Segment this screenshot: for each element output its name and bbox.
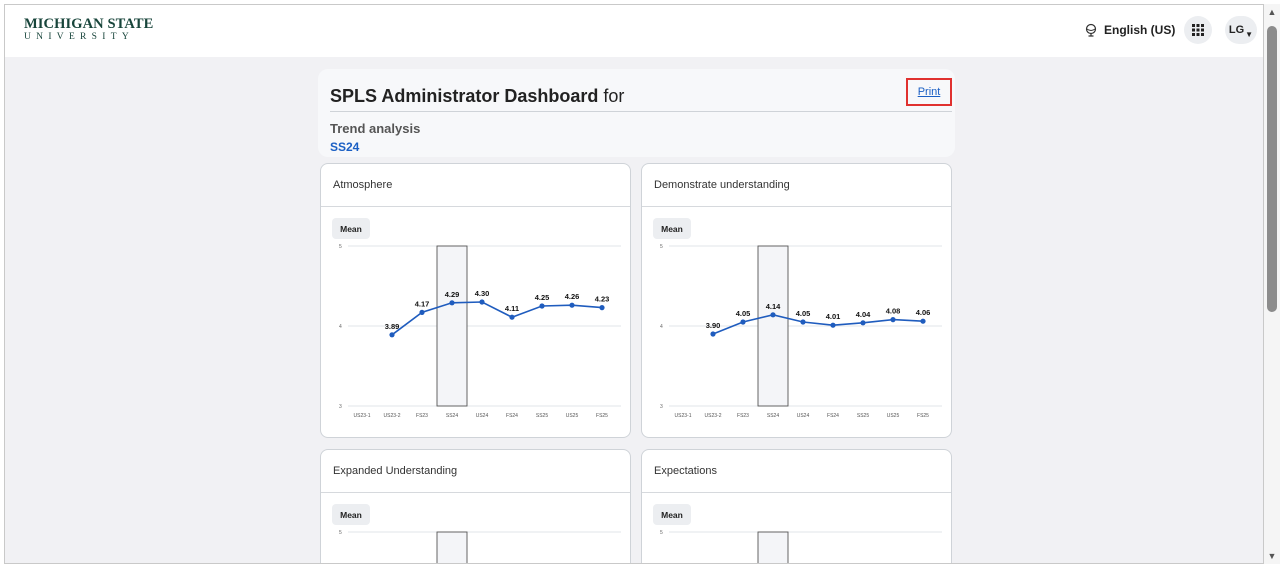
globe-icon	[1085, 23, 1097, 37]
data-label: 4.06	[916, 308, 931, 317]
logo-line-1: MICHIGAN STATE	[24, 16, 154, 32]
caret-down-icon: ▼	[1245, 29, 1254, 39]
data-label: 4.05	[796, 309, 811, 318]
data-point	[449, 300, 455, 306]
data-point	[479, 299, 485, 305]
data-point	[509, 314, 515, 320]
data-point	[599, 305, 605, 311]
x-tick-label: FS25	[917, 413, 929, 419]
scroll-up-arrow-icon[interactable]: ▲	[1264, 4, 1280, 20]
data-label: 4.01	[826, 312, 841, 321]
line-chart: 5	[660, 530, 942, 563]
data-label: 4.30	[475, 289, 490, 298]
grid-icon	[1192, 24, 1204, 36]
x-tick-label: US25	[887, 413, 900, 419]
data-label: 4.14	[766, 302, 781, 311]
x-tick-label: US25	[566, 413, 579, 419]
data-point	[419, 309, 425, 315]
data-point	[710, 331, 716, 337]
x-tick-label: US23-2	[705, 413, 722, 419]
highlight-band	[757, 531, 789, 563]
browser-viewport: MICHIGAN STATE UNIVERSITY English (US) L…	[4, 4, 1264, 564]
x-tick-label: FS24	[506, 413, 518, 419]
apps-launcher-button[interactable]	[1184, 16, 1212, 44]
x-tick-label: FS24	[827, 413, 839, 419]
scroll-down-arrow-icon[interactable]: ▼	[1264, 548, 1280, 564]
print-link[interactable]: Print	[906, 78, 952, 106]
data-point	[740, 319, 746, 325]
y-tick-label: 3	[339, 404, 342, 410]
data-label: 4.25	[535, 293, 550, 302]
data-point	[569, 302, 575, 308]
data-label: 4.26	[565, 292, 580, 301]
data-label: 3.90	[706, 321, 721, 330]
logo-line-2: UNIVERSITY	[24, 31, 134, 42]
chart-card-atmosphere: Atmosphere Mean 5 4 3 US23-1 US23-2 FS23 SS24 U…	[320, 163, 631, 438]
x-tick-label: US24	[476, 413, 489, 419]
x-tick-label: SS25	[857, 413, 869, 419]
data-label: 4.23	[595, 295, 610, 304]
y-tick-label: 5	[339, 244, 342, 250]
x-tick-label: US23-2	[384, 413, 401, 419]
chart-card-expectations: Expectations Mean 5	[641, 449, 952, 563]
x-tick-label: FS23	[737, 413, 749, 419]
user-menu-button[interactable]: LG ▼	[1225, 16, 1257, 44]
msu-logo[interactable]: MICHIGAN STATE UNIVERSITY	[24, 17, 153, 42]
y-tick-label: 5	[339, 530, 342, 536]
data-point	[830, 322, 836, 328]
chart-card-expanded-understanding: Expanded Understanding Mean 5	[320, 449, 631, 563]
x-tick-label: SS25	[536, 413, 548, 419]
term-link[interactable]: SS24	[330, 140, 359, 154]
x-tick-label: SS24	[446, 413, 458, 419]
y-tick-label: 4	[339, 324, 342, 330]
highlight-band	[436, 531, 468, 563]
line-chart: 5 4 3 US23-1 US23-2 FS23 SS24 US24 FS24 SS25 US25 F…	[339, 244, 621, 419]
y-tick-label: 3	[660, 404, 663, 410]
data-label: 4.11	[505, 304, 519, 313]
page-title-rest: for	[603, 86, 625, 106]
header-divider	[330, 111, 952, 112]
x-tick-label: SS24	[767, 413, 779, 419]
top-navigation-bar: MICHIGAN STATE UNIVERSITY English (US) L…	[5, 5, 1263, 57]
data-label: 4.04	[856, 310, 871, 319]
data-point	[890, 317, 896, 323]
data-point	[860, 320, 866, 326]
x-tick-label: US23-1	[675, 413, 692, 419]
page-title-bold: SPLS Administrator Dashboard	[330, 86, 599, 106]
page-title: SPLS Administrator Dashboard for	[330, 86, 624, 107]
data-label: 4.05	[736, 309, 751, 318]
y-tick-label: 5	[660, 530, 663, 536]
line-chart: 5	[339, 530, 621, 563]
data-label: 3.89	[385, 322, 400, 331]
language-label: English (US)	[1104, 23, 1176, 37]
scrollbar-thumb[interactable]	[1267, 26, 1277, 312]
line-chart: 5 4 3 US23-1 US23-2 FS23 SS24 US24 FS24 SS25 US25 F…	[660, 244, 942, 419]
x-tick-label: US23-1	[354, 413, 371, 419]
data-point	[800, 319, 806, 325]
dashboard-header-card: SPLS Administrator Dashboard for Print T…	[318, 69, 955, 157]
x-tick-label: US24	[797, 413, 810, 419]
x-tick-label: FS25	[596, 413, 608, 419]
data-point	[539, 303, 545, 309]
data-point	[920, 318, 926, 324]
data-label: 4.17	[415, 299, 430, 308]
data-point	[770, 312, 776, 318]
y-tick-label: 5	[660, 244, 663, 250]
data-label: 4.08	[886, 307, 901, 316]
language-selector[interactable]: English (US)	[1084, 23, 1175, 37]
y-tick-label: 4	[660, 324, 663, 330]
vertical-scrollbar[interactable]: ▲ ▼	[1264, 4, 1280, 564]
trend-analysis-label: Trend analysis	[330, 121, 421, 136]
data-label: 4.29	[445, 290, 460, 299]
x-tick-label: FS23	[416, 413, 428, 419]
highlight-band	[436, 245, 468, 407]
data-point	[389, 332, 395, 338]
chart-card-demonstrate-understanding: Demonstrate understanding Mean 5 4 3 US23-1…	[641, 163, 952, 438]
highlight-band	[757, 245, 789, 407]
user-initials: LG	[1228, 24, 1245, 36]
